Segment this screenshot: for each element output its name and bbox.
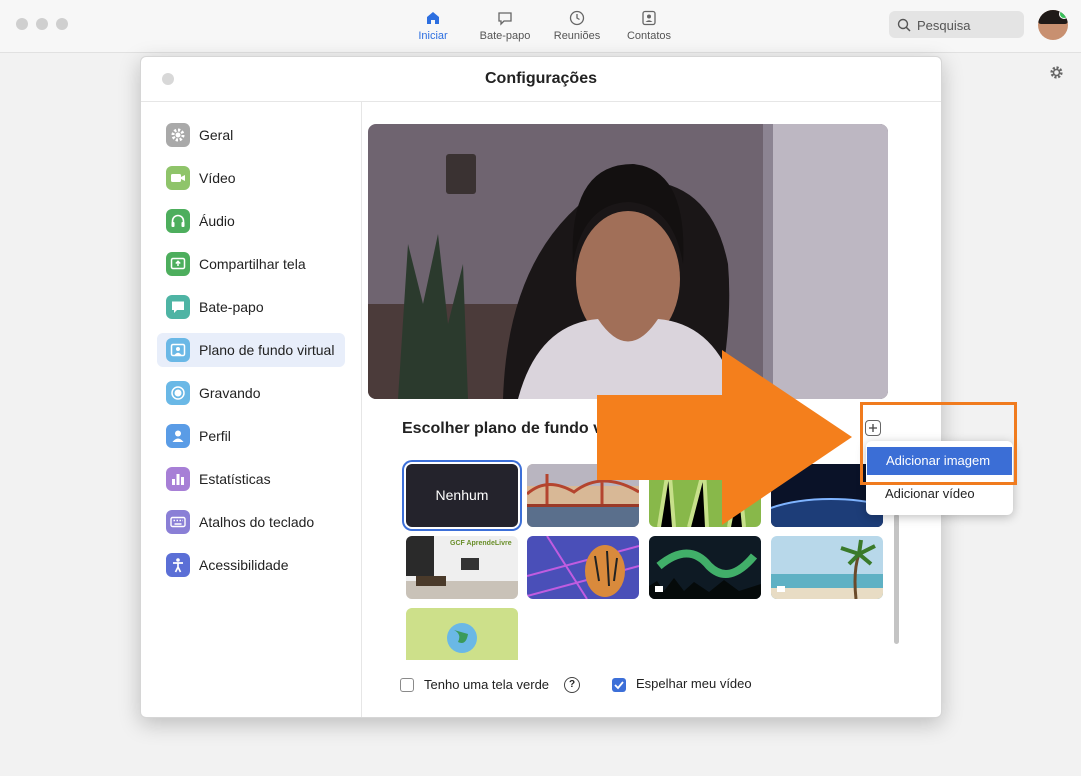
sidebar-item-label: Perfil [199, 428, 231, 444]
chat-bubble-icon [166, 295, 190, 319]
tab-label: Contatos [626, 30, 672, 42]
keyboard-icon [166, 510, 190, 534]
sidebar-item-video[interactable]: Vídeo [157, 161, 345, 195]
mirror-video-checkbox[interactable] [612, 678, 626, 692]
sidebar-item-label: Plano de fundo virtual [199, 342, 335, 358]
sidebar-item-audio[interactable]: Áudio [157, 204, 345, 238]
sidebar-item-acessibilidade[interactable]: Acessibilidade [157, 548, 345, 582]
gear-icon [166, 123, 190, 147]
tab-label: Reuniões [553, 30, 601, 42]
gcf-logo-caption: GCF AprendeLivre [450, 540, 512, 547]
background-globe[interactable] [406, 608, 518, 660]
app-top-bar: Iniciar Bate-papo Reuniões Contatos Pesq… [0, 0, 1081, 53]
annotation-arrow [597, 350, 852, 525]
annotation-highlight-box [860, 402, 1017, 485]
online-status-dot [1059, 10, 1068, 19]
background-beach-palm[interactable] [771, 536, 883, 599]
profile-icon [166, 424, 190, 448]
sidebar-item-estatisticas[interactable]: Estatísticas [157, 462, 345, 496]
tab-bate-papo[interactable]: Bate-papo [470, 6, 540, 42]
search-icon [897, 18, 911, 32]
sidebar-item-label: Vídeo [199, 170, 236, 186]
background-tiger[interactable] [527, 536, 639, 599]
sidebar-item-perfil[interactable]: Perfil [157, 419, 345, 453]
tab-iniciar[interactable]: Iniciar [398, 6, 468, 42]
green-screen-label: Tenho uma tela verde [424, 677, 550, 692]
share-screen-icon [166, 252, 190, 276]
home-icon [427, 12, 439, 24]
window-title: Configurações [141, 57, 941, 102]
virtual-background-icon [166, 338, 190, 362]
statistics-icon [166, 467, 190, 491]
sidebar-item-atalhos-do-teclado[interactable]: Atalhos do teclado [157, 505, 345, 539]
search-placeholder: Pesquisa [917, 18, 971, 33]
mirror-video-label: Espelhar meu vídeo [636, 676, 752, 691]
tab-label: Iniciar [418, 30, 448, 42]
sidebar-item-label: Geral [199, 127, 234, 143]
sidebar-item-label: Estatísticas [199, 471, 271, 487]
section-title: Escolher plano de fundo v [402, 420, 603, 437]
background-options: Tenho uma tela verde ? Espelhar meu víde… [400, 676, 920, 698]
sidebar-item-geral[interactable]: Geral [157, 118, 345, 152]
sidebar-item-label: Atalhos do teclado [199, 514, 315, 530]
window-minimize-button[interactable] [36, 18, 48, 30]
headphones-icon [166, 209, 190, 233]
avatar[interactable] [1038, 10, 1068, 40]
sidebar-item-gravando[interactable]: Gravando [157, 376, 345, 410]
search-input[interactable]: Pesquisa [889, 11, 1024, 38]
window-close-button[interactable] [16, 18, 28, 30]
window-close-button[interactable] [162, 73, 174, 85]
gear-icon[interactable] [1049, 65, 1064, 80]
green-screen-checkbox[interactable] [400, 678, 414, 692]
sidebar-item-bate-papo[interactable]: Bate-papo [157, 290, 345, 324]
settings-sidebar: Geral Vídeo Áudio Compartilhar tela Bate… [141, 102, 362, 717]
sidebar-item-label: Compartilhar tela [199, 256, 306, 272]
contacts-icon [642, 10, 656, 26]
clock-icon [569, 10, 585, 26]
sidebar-item-label: Acessibilidade [199, 557, 289, 573]
help-icon[interactable]: ? [564, 677, 580, 693]
sidebar-item-label: Bate-papo [199, 299, 264, 315]
background-aurora[interactable] [649, 536, 761, 599]
video-camera-icon [166, 166, 190, 190]
accessibility-icon [166, 553, 190, 577]
record-icon [166, 381, 190, 405]
background-office-gcf[interactable]: GCF AprendeLivre [406, 536, 518, 599]
window-zoom-button[interactable] [56, 18, 68, 30]
tab-reunioes[interactable]: Reuniões [542, 6, 612, 42]
chat-icon [498, 12, 512, 26]
sidebar-item-label: Áudio [199, 213, 235, 229]
thumbnails-scrollbar[interactable] [894, 514, 899, 644]
background-none-option[interactable]: Nenhum [406, 464, 518, 527]
sidebar-item-plano-de-fundo-virtual[interactable]: Plano de fundo virtual [157, 333, 345, 367]
tab-label: Bate-papo [479, 30, 531, 42]
tab-contatos[interactable]: Contatos [614, 6, 684, 42]
sidebar-item-compartilhar-tela[interactable]: Compartilhar tela [157, 247, 345, 281]
background-none-label: Nenhum [435, 487, 489, 503]
sidebar-item-label: Gravando [199, 385, 261, 401]
